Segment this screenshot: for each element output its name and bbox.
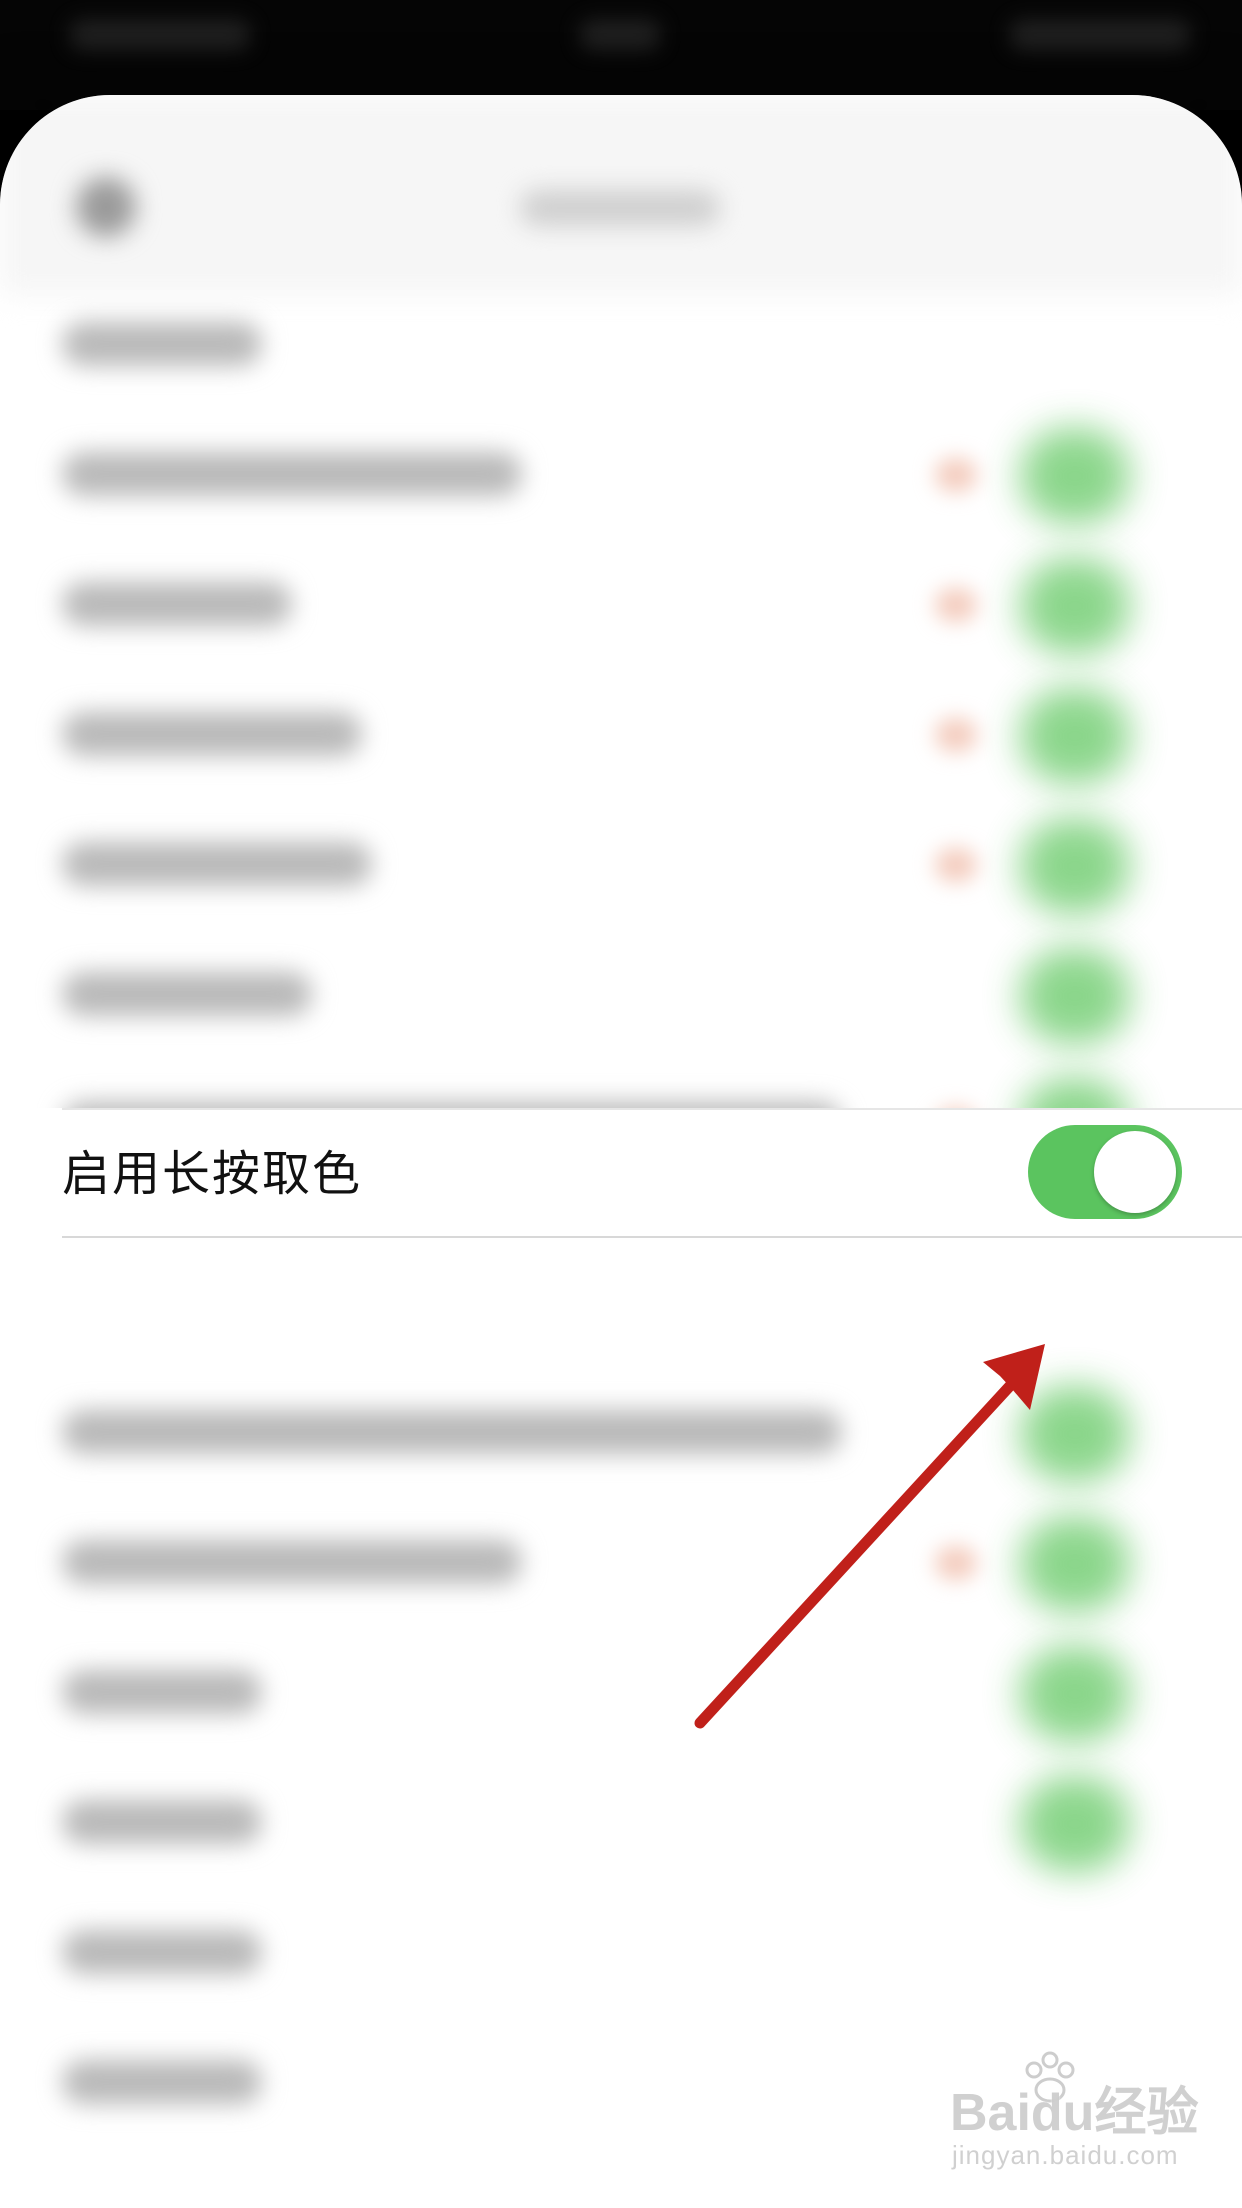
settings-row-blurred[interactable]	[0, 410, 1242, 540]
settings-row-blurred[interactable]	[0, 280, 1242, 410]
settings-row-blurred[interactable]	[0, 1758, 1242, 1888]
toggle-blurred[interactable]	[1020, 558, 1130, 654]
badge-dot	[935, 718, 977, 752]
back-icon[interactable]	[76, 177, 136, 237]
row-label-blurred	[62, 1670, 262, 1714]
settings-row-blurred[interactable]	[0, 930, 1242, 1060]
toggle-blurred[interactable]	[1020, 1386, 1130, 1482]
settings-row-blurred[interactable]	[0, 1628, 1242, 1758]
settings-row-blurred[interactable]	[0, 1368, 1242, 1498]
row-label-blurred	[62, 2060, 262, 2104]
row-divider-top	[62, 1108, 1242, 1110]
row-label-blurred	[62, 842, 372, 886]
row-label-blurred	[62, 1410, 842, 1454]
page-title	[520, 190, 720, 226]
settings-row-blurred[interactable]	[0, 1888, 1242, 2018]
badge-dot	[935, 458, 977, 492]
row-label-blurred	[62, 582, 292, 626]
row-label-blurred	[62, 452, 522, 496]
status-time-blur	[580, 20, 660, 50]
watermark-logo: Baidu经验	[950, 2084, 1199, 2142]
row-label-blurred	[62, 1800, 262, 1844]
row-label-blurred	[62, 712, 362, 756]
row-label-blurred	[62, 322, 262, 366]
row-label: 启用长按取色	[62, 1146, 363, 1202]
toggle-blurred[interactable]	[1020, 1776, 1130, 1872]
long-press-color-pick-toggle[interactable]	[1028, 1125, 1182, 1219]
row-label-blurred	[62, 1930, 262, 1974]
settings-row-blurred[interactable]	[0, 1498, 1242, 1628]
settings-row-blurred[interactable]	[0, 670, 1242, 800]
badge-dot	[935, 848, 977, 882]
toggle-blurred[interactable]	[1020, 1516, 1130, 1612]
badge-dot	[935, 588, 977, 622]
toggle-knob	[1094, 1131, 1176, 1213]
toggle-blurred[interactable]	[1020, 948, 1130, 1044]
row-divider-bottom	[62, 1236, 1242, 1238]
badge-dot	[935, 1546, 977, 1580]
toggle-blurred[interactable]	[1020, 428, 1130, 524]
row-label-blurred	[62, 1540, 522, 1584]
watermark-url: jingyan.baidu.com	[952, 2140, 1179, 2170]
settings-row-blurred[interactable]	[0, 800, 1242, 930]
toggle-blurred[interactable]	[1020, 1646, 1130, 1742]
settings-row-long-press-color-pick[interactable]: 启用长按取色	[0, 1108, 1242, 1238]
settings-row-blurred[interactable]	[0, 540, 1242, 670]
row-label-blurred	[62, 972, 312, 1016]
toggle-blurred[interactable]	[1020, 688, 1130, 784]
status-battery-blur	[1010, 20, 1190, 50]
status-carrier-blur	[70, 20, 250, 50]
toggle-blurred[interactable]	[1020, 818, 1130, 914]
